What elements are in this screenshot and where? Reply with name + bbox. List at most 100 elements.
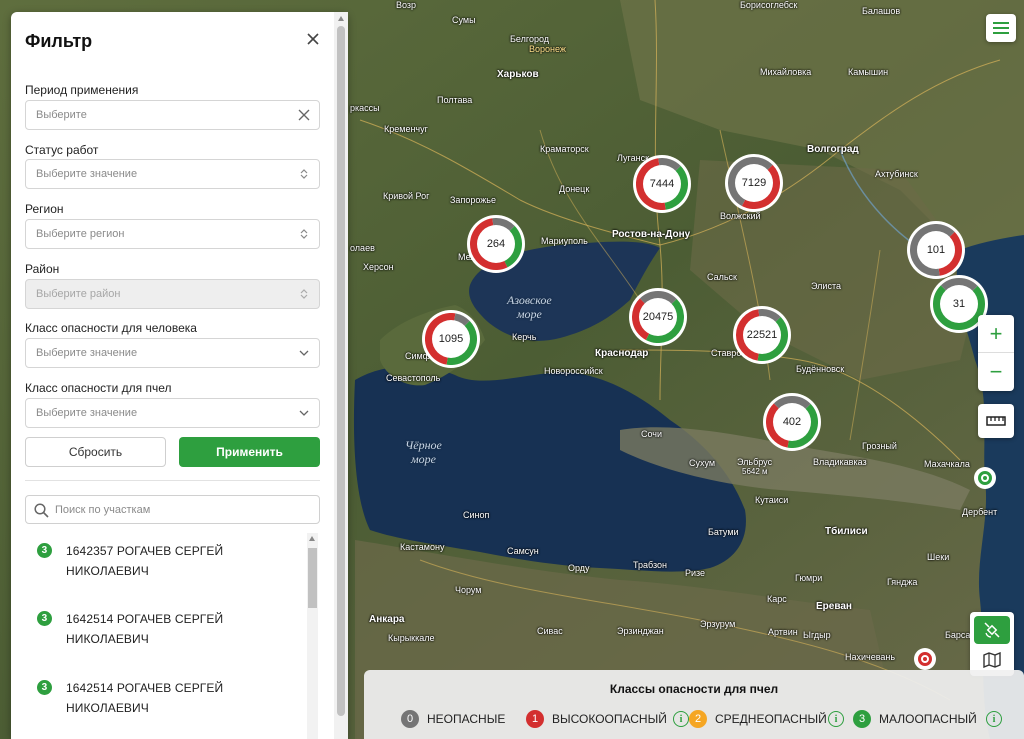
cluster-marker[interactable]: 264 (467, 215, 525, 273)
region-select[interactable]: Выберите регион (25, 219, 320, 249)
cluster-marker[interactable]: 22521 (733, 306, 791, 364)
city-label: Будённовск (796, 364, 845, 374)
class-badge: 3 (37, 543, 52, 558)
city-label: Балашов (862, 6, 901, 16)
panel-title: Фильтр (25, 31, 93, 51)
city-label: Гюмри (795, 573, 823, 583)
city-label: Эрзинджан (617, 626, 664, 636)
district-label: Район (25, 262, 60, 276)
status-select[interactable]: Выберите значение (25, 159, 320, 189)
human-class-label: Класс опасности для человека (25, 321, 197, 335)
city-label: Карс (767, 594, 787, 604)
city-label: Грозный (862, 441, 897, 451)
cluster-marker[interactable]: 7444 (633, 155, 691, 213)
legend-item-class-0: 0 НЕОПАСНЫЕ (401, 710, 505, 728)
city-label: Ростов-на-Дону (612, 229, 691, 240)
plot-search-input[interactable]: Поиск по участкам (25, 495, 320, 524)
zoom-in-button[interactable]: + (978, 315, 1014, 353)
close-icon (307, 33, 319, 45)
city-label: Барса (945, 630, 971, 640)
cluster-count: 7444 (643, 165, 681, 203)
zoom-out-button[interactable]: − (978, 353, 1014, 391)
city-label: Нахичевань (845, 652, 896, 662)
city-label: Запорожье (450, 195, 496, 205)
city-label: Орду (568, 563, 590, 573)
city-label: Мариуполь (541, 236, 588, 246)
city-label: Чорум (455, 585, 482, 595)
close-button[interactable] (304, 30, 322, 48)
city-label: Белгород (510, 34, 550, 44)
zoom-control: + − (978, 315, 1014, 391)
legend-item-class-3: 3 МАЛООПАСНЫЙ (853, 710, 977, 728)
city-label: Возр (396, 0, 417, 10)
info-icon[interactable]: i (828, 711, 844, 727)
city-label: Гянджа (887, 577, 918, 587)
city-label: Ахтубинск (875, 169, 918, 179)
reset-button[interactable]: Сбросить (25, 437, 166, 467)
location-marker[interactable] (914, 648, 936, 670)
plot-list-scrollbar[interactable] (307, 533, 318, 739)
sort-arrows-icon (300, 289, 308, 299)
hazard-legend: Классы опасности для пчел 0 НЕОПАСНЫЕ 1 ВЫ… (364, 670, 1024, 739)
cluster-count: 20475 (639, 298, 677, 336)
city-label: олаев (350, 243, 375, 253)
city-label: Батуми (708, 527, 739, 537)
city-label: Тбилиси (825, 526, 868, 537)
city-label: Сочи (641, 429, 663, 439)
class-badge: 2 (689, 710, 707, 728)
city-label: Кырыккале (388, 633, 435, 643)
period-label: Период применения (25, 83, 139, 97)
search-icon (34, 503, 49, 518)
menu-button[interactable] (986, 14, 1016, 42)
city-label: Новороссийск (544, 366, 603, 376)
city-label: Артвин (768, 627, 798, 637)
city-label: Сухум (689, 458, 716, 468)
clear-icon[interactable] (298, 109, 310, 121)
city-label: Махачкала (924, 459, 970, 469)
city-label: Донецк (559, 184, 590, 194)
legend-item-class-1: 1 ВЫСОКООПАСНЫЙ (526, 710, 667, 728)
city-label: Краснодар (595, 348, 649, 359)
satellite-icon (984, 622, 1000, 638)
city-label: Дербент (962, 507, 998, 517)
class-badge: 3 (37, 611, 52, 626)
panel-scrollbar[interactable] (334, 12, 348, 739)
sea-label: Азовское море (507, 293, 552, 321)
city-label: Харьков (497, 69, 539, 80)
cluster-count: 22521 (743, 316, 781, 354)
city-label: Элиста (811, 281, 841, 291)
cluster-marker[interactable]: 402 (763, 393, 821, 451)
city-label: Шеки (927, 552, 950, 562)
location-marker[interactable] (974, 467, 996, 489)
cluster-marker[interactable]: 20475 (629, 288, 687, 346)
city-label: Волгоград (807, 144, 859, 155)
chevron-down-icon (299, 410, 309, 416)
cluster-marker[interactable]: 7129 (725, 154, 783, 212)
city-label: Кастамону (400, 542, 445, 552)
city-label: Ризе (685, 568, 706, 578)
city-label: Севастополь (386, 373, 441, 383)
sort-arrows-icon (300, 229, 308, 239)
status-label: Статус работ (25, 143, 99, 157)
bee-class-label: Класс опасности для пчел (25, 381, 172, 395)
bee-class-select[interactable]: Выберите значение (25, 398, 320, 428)
city-label: 5642 м (742, 467, 768, 476)
legend-item-class-2: 2 СРЕДНЕОПАСНЫЙ (689, 710, 827, 728)
legend-title: Классы опасности для пчел (609, 682, 779, 696)
cluster-marker[interactable]: 1095 (422, 310, 480, 368)
cluster-count: 264 (477, 225, 515, 263)
satellite-layer-button[interactable] (974, 616, 1010, 644)
info-icon[interactable]: i (986, 711, 1002, 727)
city-label: Трабзон (633, 560, 667, 570)
city-label: Эльбрус (737, 457, 773, 467)
cluster-marker[interactable]: 101 (907, 221, 965, 279)
city-label: Волжский (720, 211, 761, 221)
city-label: Анкара (369, 614, 405, 625)
human-class-select[interactable]: Выберите значение (25, 338, 320, 368)
sea-label: Чёрное море (405, 438, 442, 466)
info-icon[interactable]: i (673, 711, 689, 727)
apply-button[interactable]: Применить (179, 437, 320, 467)
measure-button[interactable] (978, 404, 1014, 438)
map-icon (983, 652, 1001, 668)
period-input[interactable]: Выберите (25, 100, 320, 130)
